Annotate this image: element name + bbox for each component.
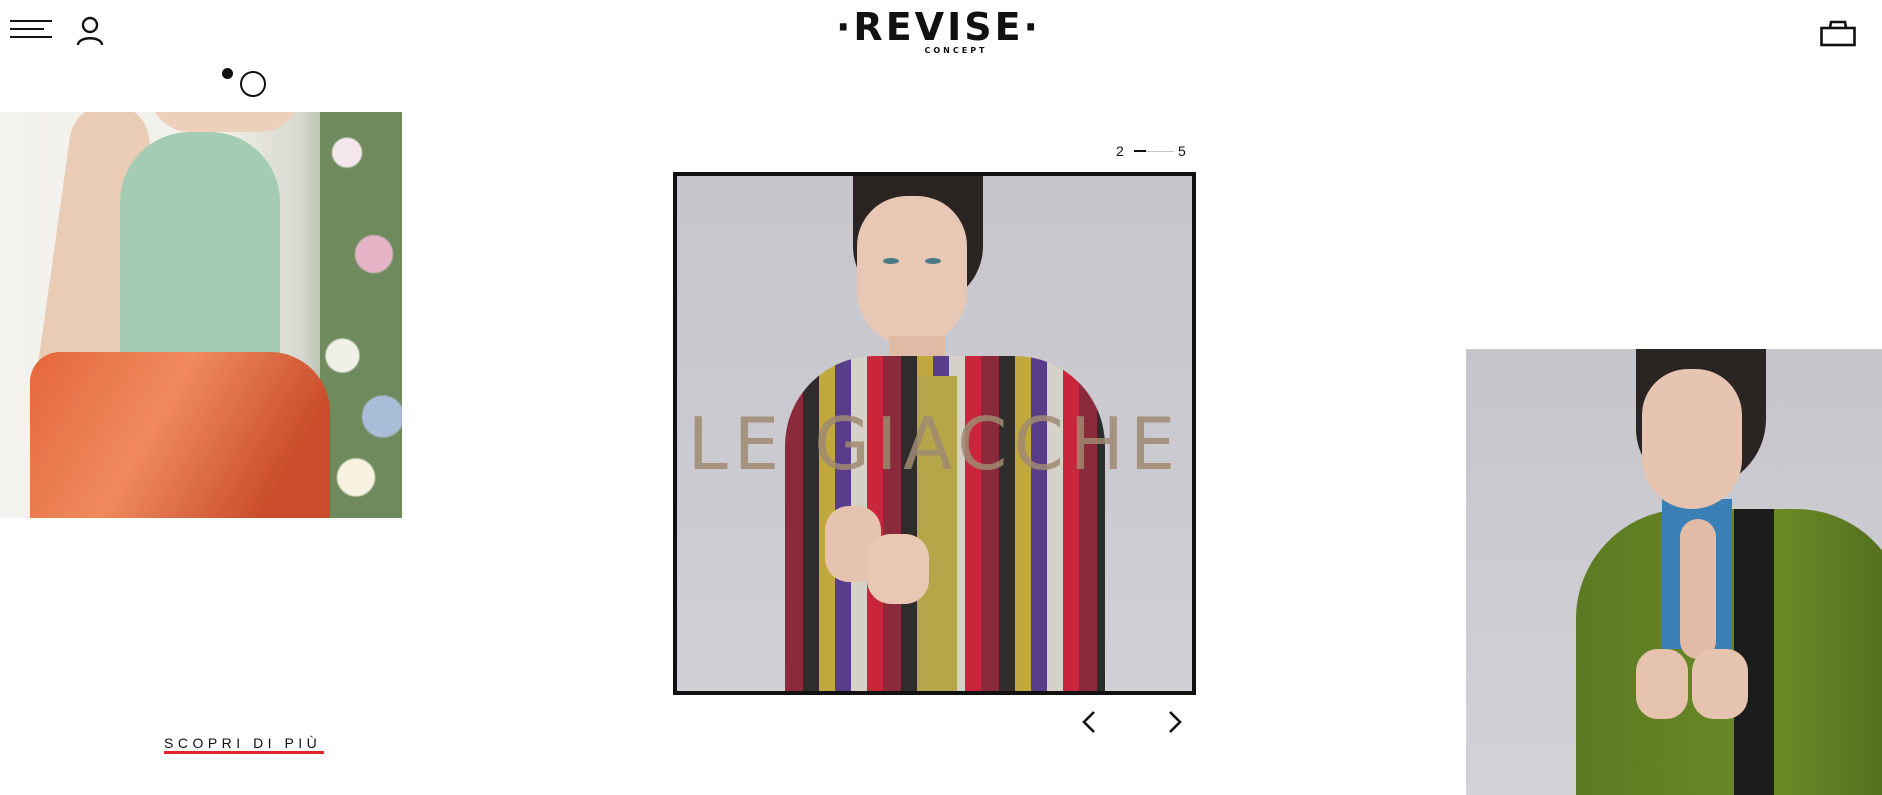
logo-wordmark: ·REVISE·	[836, 5, 1041, 49]
menu-button[interactable]	[10, 20, 52, 44]
brand-logo[interactable]: ·REVISE· CONCEPT	[836, 5, 1041, 56]
pagination-dot-active[interactable]	[222, 68, 233, 79]
main-slide-image[interactable]: LE GIACCHE	[673, 172, 1196, 695]
chevron-left-icon	[1082, 711, 1095, 733]
featured-image-right[interactable]	[1466, 349, 1882, 795]
discover-more-link[interactable]: SCOPRI DI PIÙ	[164, 735, 321, 751]
chevron-right-icon	[1169, 711, 1182, 733]
account-button[interactable]	[76, 16, 104, 46]
cart-button[interactable]	[1820, 18, 1856, 48]
cta-underline	[164, 751, 324, 754]
user-icon	[76, 16, 104, 46]
hamburger-menu-icon	[10, 20, 52, 22]
slide-progress-fill	[1134, 150, 1146, 152]
featured-image-left[interactable]	[0, 112, 402, 518]
slide-counter: 2 5	[1112, 143, 1188, 161]
slide-current-number: 2	[1116, 143, 1124, 159]
shopping-bag-icon	[1820, 20, 1856, 47]
slide-title: LE GIACCHE	[687, 402, 1182, 486]
next-slide-button[interactable]	[1162, 708, 1186, 736]
prev-slide-button[interactable]	[1078, 708, 1102, 736]
slide-total-number: 5	[1178, 143, 1186, 159]
cursor-ring-icon	[240, 71, 266, 97]
